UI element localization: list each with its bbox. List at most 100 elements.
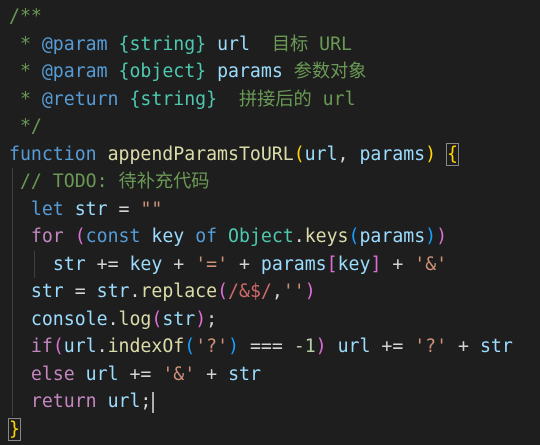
code-line[interactable]: console.log(str); (9, 305, 217, 333)
code-line[interactable]: * @return {string} 拼接后的 url (9, 86, 356, 114)
code-token: */ (9, 116, 42, 137)
code-token: str (96, 281, 130, 302)
code-line[interactable]: function appendParamsToURL(url, params) … (9, 141, 459, 169)
code-line[interactable]: if(url.indexOf('?') === -1) url += '?' +… (9, 333, 513, 361)
code-token: url (217, 33, 250, 55)
code-token: . (129, 281, 141, 302)
code-line[interactable]: str = str.replace(/&$/,'') (9, 278, 316, 306)
code-token: const (85, 226, 141, 247)
code-token: params (217, 61, 283, 82)
code-token: ) (425, 226, 437, 247)
code-token: + (162, 253, 196, 275)
code-token: } (8, 417, 21, 441)
code-token: 拼接后的 url (217, 88, 356, 110)
code-line[interactable]: * @param {string} url 目标 URL (9, 31, 352, 59)
code-token: indexOf (107, 336, 185, 357)
code-line[interactable]: */ (9, 113, 42, 141)
code-token: str (74, 198, 108, 220)
code-token: key (337, 253, 371, 275)
code-token: ) (304, 281, 316, 302)
indent-guide (12, 305, 13, 333)
code-token: ; (140, 391, 152, 412)
code-line[interactable]: return url; (9, 388, 155, 416)
code-line[interactable]: // TODO: 待补充代码 (9, 168, 209, 196)
code-token: url (337, 336, 371, 357)
code-token: str (162, 308, 196, 330)
code-token: Object (228, 226, 294, 247)
code-token: = (63, 281, 97, 302)
code-token: str (52, 253, 86, 275)
code-token: str (228, 363, 261, 385)
code-token: {string} (118, 33, 207, 55)
code-token: appendParamsToURL (107, 143, 294, 165)
code-token: {string} (129, 88, 218, 110)
code-token: -1 (293, 336, 316, 357)
code-token: of (195, 226, 218, 247)
code-token: params (260, 253, 327, 275)
code-line[interactable]: } (8, 416, 21, 444)
code-token: += (85, 253, 130, 275)
code-line[interactable]: /** (9, 3, 42, 31)
indent-guide (12, 278, 13, 306)
code-token: . (293, 226, 305, 247)
code-token: '' (282, 281, 305, 302)
code-token: if (30, 336, 53, 357)
indent-guide (12, 250, 13, 278)
code-token: 目标 URL (249, 33, 353, 55)
code-token: function (9, 143, 97, 165)
code-token: [ (326, 253, 338, 275)
code-token: url (63, 336, 97, 357)
code-line[interactable]: * @param {object} params 参数对象 (9, 58, 367, 86)
code-line[interactable]: for (const key of Object.keys(params)) (9, 223, 447, 251)
code-token: 参数对象 (282, 61, 367, 82)
indent-guide (12, 388, 13, 416)
code-token: @param (41, 61, 108, 82)
code-token: for (30, 226, 64, 247)
indent-guide (12, 333, 13, 361)
code-token: + (195, 363, 229, 385)
code-token: ( (217, 281, 229, 302)
code-token: "" (140, 198, 163, 220)
code-token: key (129, 253, 163, 275)
code-token: . (107, 308, 119, 330)
code-line[interactable]: str += key + '=' + params[key] + '&' (9, 250, 447, 278)
code-token: { (446, 142, 459, 166)
code-token: ) (228, 336, 239, 357)
code-token: log (118, 308, 152, 330)
code-token: console (30, 308, 108, 330)
code-token: url (107, 391, 141, 412)
code-token: , (271, 281, 283, 302)
code-token: ( (348, 226, 360, 247)
code-line[interactable]: let str = "" (9, 195, 163, 223)
code-token: /** (9, 6, 42, 27)
text-cursor (152, 391, 155, 413)
code-line[interactable]: else url += '&' + str (9, 360, 261, 388)
code-editor[interactable]: /** * @param {string} url 目标 URL * @para… (0, 0, 540, 445)
code-token: , (337, 143, 360, 165)
code-token: ) (436, 226, 448, 247)
code-token: else (30, 363, 75, 385)
code-token: @param (41, 33, 108, 55)
code-token: let (30, 198, 64, 220)
code-token: '=' (195, 253, 229, 275)
code-token: * (9, 33, 42, 55)
code-token: key (151, 226, 185, 247)
code-token: ] (370, 253, 382, 275)
code-token: return (30, 391, 97, 412)
code-token: ) (195, 308, 207, 330)
code-token: = (107, 198, 141, 220)
code-token: += (118, 363, 163, 385)
code-token: ( (184, 336, 196, 357)
